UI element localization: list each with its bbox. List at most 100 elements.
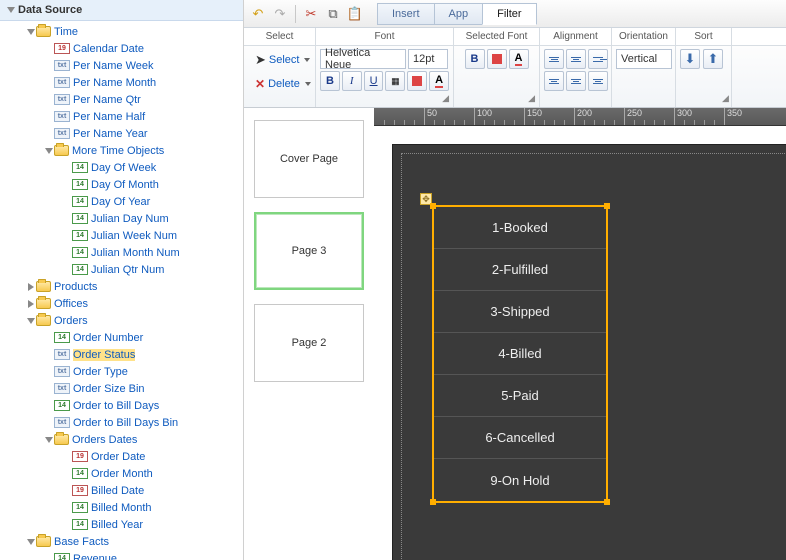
filter-value-cell[interactable]: 9-On Hold (434, 459, 606, 501)
tree-item[interactable]: 14Julian Month Num (0, 244, 243, 261)
bold-button[interactable]: B (320, 71, 340, 91)
tree-item[interactable]: Base Facts (0, 533, 243, 550)
tree-item[interactable]: Orders (0, 312, 243, 329)
group-expand-icon[interactable]: ◢ (442, 93, 449, 104)
tree-item[interactable]: Offices (0, 295, 243, 312)
tree-item[interactable]: 14Billed Year (0, 516, 243, 533)
tree-item[interactable]: 19Calendar Date (0, 40, 243, 57)
filter-value-cell[interactable]: 6-Cancelled (434, 417, 606, 459)
tree-item[interactable]: 14Julian Week Num (0, 227, 243, 244)
filter-value-cell[interactable]: 2-Fulfilled (434, 249, 606, 291)
tree-item[interactable]: txtPer Name Half (0, 108, 243, 125)
group-expand-icon[interactable]: ◢ (722, 93, 729, 104)
filter-value-cell[interactable]: 3-Shipped (434, 291, 606, 333)
copy-button[interactable]: ⧉ (323, 4, 343, 24)
sel-font-color-button[interactable]: A (509, 49, 529, 69)
expand-open-icon[interactable] (45, 148, 53, 154)
fill-color-button[interactable] (407, 71, 427, 91)
design-surface[interactable]: ✥ 1-Booked2-Fulfilled3-Shipped4-Billed5-… (374, 126, 786, 560)
undo-button[interactable]: ↶ (248, 4, 268, 24)
tree-item[interactable]: 14Day Of Year (0, 193, 243, 210)
expand-open-icon[interactable] (27, 539, 35, 545)
tree-item[interactable]: 14Billed Month (0, 499, 243, 516)
tab-app[interactable]: App (434, 3, 484, 25)
tree-item[interactable]: 14Julian Qtr Num (0, 261, 243, 278)
tab-filter[interactable]: Filter (482, 3, 536, 25)
filter-value-cell[interactable]: 4-Billed (434, 333, 606, 375)
tree-item[interactable]: 19Billed Date (0, 482, 243, 499)
tree-item[interactable]: Orders Dates (0, 431, 243, 448)
sidebar-header[interactable]: Data Source (0, 0, 243, 21)
tree-item[interactable]: Time (0, 23, 243, 40)
tree-item[interactable]: 14Order Month (0, 465, 243, 482)
underline-button[interactable]: U (364, 71, 384, 91)
tree-item[interactable]: txtPer Name Year (0, 125, 243, 142)
folder-icon (36, 315, 51, 326)
tree-item[interactable]: txtPer Name Qtr (0, 91, 243, 108)
filter-list[interactable]: ✥ 1-Booked2-Fulfilled3-Shipped4-Billed5-… (432, 205, 608, 503)
tree-item[interactable]: txtPer Name Week (0, 57, 243, 74)
paste-button[interactable]: 📋 (345, 4, 365, 24)
tree-item[interactable]: 14Day Of Month (0, 176, 243, 193)
tree-item-label: Per Name Half (73, 111, 145, 123)
expand-open-icon[interactable] (27, 318, 35, 324)
tree-item[interactable]: txtPer Name Month (0, 74, 243, 91)
tree-item[interactable]: 14Day Of Week (0, 159, 243, 176)
align-top-left[interactable] (544, 49, 564, 69)
expand-open-icon[interactable] (27, 29, 35, 35)
border-button[interactable]: ▦ (385, 71, 405, 91)
expand-closed-icon[interactable] (28, 300, 34, 308)
number-icon: 14 (72, 519, 88, 530)
ribbon-group-label: Sort (676, 28, 732, 45)
sort-desc-button[interactable]: ⬆ (703, 49, 723, 69)
delete-button[interactable]: ✕ Delete (248, 73, 311, 95)
filter-value-cell[interactable]: 1-Booked (434, 207, 606, 249)
sel-fill-button[interactable] (487, 49, 507, 69)
align-right[interactable] (588, 71, 608, 91)
orientation-select[interactable]: Vertical (616, 49, 672, 69)
page-thumb[interactable]: Cover Page (254, 120, 364, 198)
font-size-select[interactable]: 12pt (408, 49, 448, 69)
tree-item[interactable]: 14Order to Bill Days (0, 397, 243, 414)
italic-button[interactable]: I (342, 71, 362, 91)
expand-closed-icon[interactable] (28, 283, 34, 291)
tree-item[interactable]: 19Order Date (0, 448, 243, 465)
tree-item[interactable]: Products (0, 278, 243, 295)
tree-item[interactable]: txtOrder Type (0, 363, 243, 380)
collapse-icon (7, 7, 15, 13)
number-icon: 14 (72, 247, 88, 258)
group-expand-icon[interactable]: ◢ (528, 93, 535, 104)
folder-icon (36, 281, 51, 292)
tree-item[interactable]: txtOrder Size Bin (0, 380, 243, 397)
align-top-right[interactable] (588, 49, 608, 69)
tree-item[interactable]: 14Julian Day Num (0, 210, 243, 227)
resize-handle[interactable] (430, 203, 436, 209)
resize-handle[interactable] (604, 203, 610, 209)
font-name-select[interactable]: Helvetica Neue (320, 49, 406, 69)
page-thumb[interactable]: Page 3 (254, 212, 364, 290)
resize-handle[interactable] (604, 499, 610, 505)
folder-icon (36, 26, 51, 37)
page-thumb[interactable]: Page 2 (254, 304, 364, 382)
tree-item[interactable]: More Time Objects (0, 142, 243, 159)
tree-item[interactable]: 14Order Number (0, 329, 243, 346)
resize-handle[interactable] (430, 499, 436, 505)
expand-open-icon[interactable] (45, 437, 53, 443)
cut-button[interactable]: ✂ (301, 4, 321, 24)
redo-button[interactable]: ↷ (270, 4, 290, 24)
tree-item-label: Order to Bill Days Bin (73, 417, 178, 429)
tree-item[interactable]: 14Revenue (0, 550, 243, 560)
tree-item[interactable]: txtOrder to Bill Days Bin (0, 414, 243, 431)
sort-asc-button[interactable]: ⬇ (680, 49, 700, 69)
align-center[interactable] (566, 71, 586, 91)
number-icon: 14 (72, 468, 88, 479)
align-top-center[interactable] (566, 49, 586, 69)
align-left[interactable] (544, 71, 564, 91)
filter-value-cell[interactable]: 5-Paid (434, 375, 606, 417)
tab-insert[interactable]: Insert (377, 3, 435, 25)
sel-bold-button[interactable]: B (465, 49, 485, 69)
font-color-button[interactable]: A (429, 71, 449, 91)
report-page: ✥ 1-Booked2-Fulfilled3-Shipped4-Billed5-… (392, 144, 786, 560)
select-button[interactable]: ➤ Select (248, 49, 311, 71)
tree-item[interactable]: txtOrder Status (0, 346, 243, 363)
